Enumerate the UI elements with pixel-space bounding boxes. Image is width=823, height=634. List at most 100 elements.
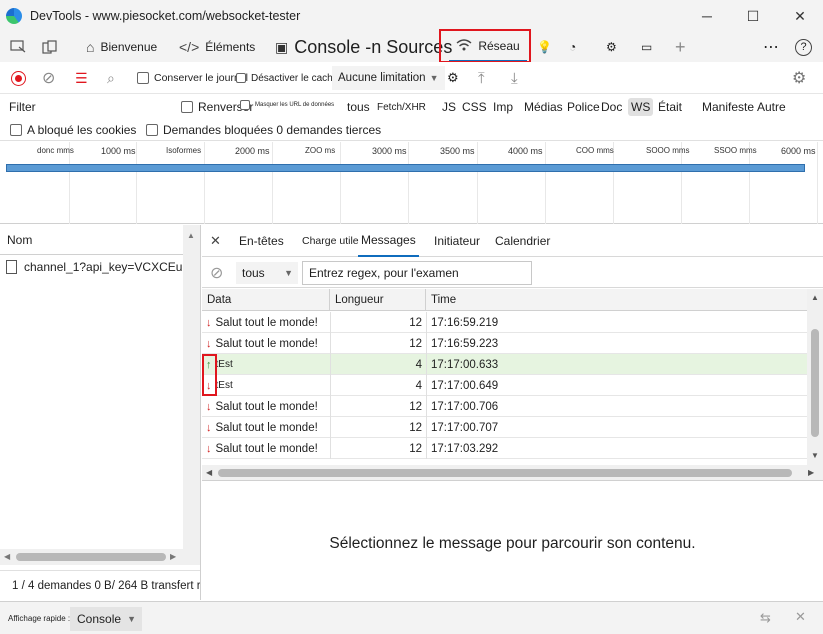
- scroll-right-icon[interactable]: ▶: [170, 552, 176, 561]
- close-window-button[interactable]: ✕: [777, 0, 823, 32]
- message-type-select[interactable]: tous ▼: [236, 262, 298, 284]
- disable-cache-checkbox[interactable]: Désactiver le cache: [236, 62, 338, 94]
- tab-network[interactable]: Réseau: [449, 32, 527, 62]
- message-row[interactable]: ↓ Salut tout le monde! 12 17:17:00.707: [202, 417, 807, 438]
- message-data: Salut tout le monde!: [215, 337, 318, 350]
- preserve-log-checkbox[interactable]: Conserver le journal: [137, 62, 248, 94]
- tab-welcome[interactable]: ⌂ Bienvenue: [86, 32, 157, 62]
- scroll-left-icon[interactable]: ◀: [4, 552, 10, 561]
- type-filter-css[interactable]: CSS: [462, 96, 487, 118]
- hscroll-thumb[interactable]: [16, 553, 166, 561]
- device-emulation-icon[interactable]: [42, 32, 58, 62]
- tab-timing[interactable]: Calendrier: [495, 225, 550, 257]
- name-column-header[interactable]: Nom: [0, 225, 200, 255]
- quick-view-drawer: Affichage rapide : Console ▼ ⇆ ✕: [0, 601, 823, 634]
- received-arrow-icon: ↓: [206, 400, 212, 413]
- message-row[interactable]: ↓ Salut tout le monde! 12 17:17:00.706: [202, 396, 807, 417]
- scroll-down-icon[interactable]: ▼: [811, 451, 819, 460]
- tab-initiator[interactable]: Initiateur: [434, 225, 480, 257]
- close-detail-icon[interactable]: ✕: [210, 225, 221, 257]
- type-filter-wasm[interactable]: Était: [658, 96, 682, 118]
- message-time: 17:16:59.223: [431, 337, 499, 350]
- message-row-sent[interactable]: ↑ tEst 4 17:17:00.633: [202, 354, 807, 375]
- throttling-select[interactable]: Aucune limitation ▼: [332, 66, 445, 90]
- type-filter-doc[interactable]: Doc: [601, 96, 622, 118]
- inspect-element-icon[interactable]: [10, 32, 26, 62]
- filter-input[interactable]: Filter: [9, 96, 36, 118]
- message-row[interactable]: ↓ Salut tout le monde! 12 17:16:59.219: [202, 312, 807, 333]
- disable-cache-label: Désactiver le cache: [251, 72, 339, 84]
- blocked-cookies-label: A bloqué les cookies: [27, 123, 137, 137]
- tab-payload[interactable]: Charge utile: [302, 225, 359, 257]
- more-options-icon[interactable]: ⋯: [763, 32, 779, 62]
- type-filter-media[interactable]: Médias: [524, 96, 563, 118]
- performance-icon[interactable]: ◔: [569, 32, 576, 62]
- type-filter-manifest[interactable]: Manifeste: [702, 96, 754, 118]
- filter-icon[interactable]: ☰: [75, 62, 88, 94]
- type-filter-ws-label: WS: [628, 98, 654, 116]
- help-icon[interactable]: ?: [795, 32, 812, 62]
- clear-icon[interactable]: ⊘: [42, 62, 55, 94]
- message-row[interactable]: ↓ Salut tout le monde! 12 17:16:59.223: [202, 333, 807, 354]
- quick-view-select[interactable]: Console ▼: [70, 607, 142, 631]
- type-filter-js[interactable]: JS: [442, 96, 456, 118]
- message-regex-input[interactable]: Entrez regex, pour l'examen: [302, 261, 532, 285]
- message-row[interactable]: ↓ Salut tout le monde! 12 17:17:03.292: [202, 438, 807, 459]
- download-har-icon[interactable]: ⤓: [511, 62, 518, 94]
- hscroll-thumb[interactable]: [218, 469, 792, 477]
- request-list-hscrollbar[interactable]: ◀ ▶: [0, 549, 183, 565]
- column-time[interactable]: Time: [426, 289, 807, 311]
- settings-gear-icon[interactable]: ⚙: [792, 62, 806, 94]
- title-bar: DevTools - www.piesocket.com/websocket-t…: [0, 0, 823, 32]
- search-icon[interactable]: ⌕: [107, 62, 115, 94]
- messages-hscrollbar[interactable]: ◀ ▶: [202, 465, 823, 481]
- type-filter-fetch-xhr[interactable]: Fetch/XHR: [377, 96, 426, 118]
- detail-tab-bar: ✕ En-têtes Charge utile Messages Initiat…: [202, 225, 823, 257]
- timeline-tick: 3000 ms: [372, 146, 407, 156]
- message-row[interactable]: ↓ tEst 4 17:17:00.649: [202, 375, 807, 396]
- upload-har-icon[interactable]: ⤒: [478, 62, 485, 94]
- tab-messages[interactable]: Messages: [358, 225, 419, 257]
- messages-vscrollbar[interactable]: ▲ ▼: [807, 289, 823, 465]
- scroll-up-icon[interactable]: ▲: [811, 293, 819, 302]
- lightbulb-icon[interactable]: 💡: [537, 32, 552, 62]
- blocked-requests-checkbox[interactable]: Demandes bloquées 0 demandes tierces: [146, 119, 381, 141]
- type-filter-img[interactable]: Imp: [493, 96, 513, 118]
- memory-icon[interactable]: ⚙: [606, 32, 617, 62]
- clear-messages-icon[interactable]: ⊘: [210, 263, 223, 283]
- invert-check: [181, 101, 193, 113]
- type-filter-other[interactable]: Autre: [757, 96, 786, 118]
- request-row[interactable]: channel_1?api_key=VCXCEu...: [0, 255, 200, 279]
- main-tab-bar: ⌂ Bienvenue </> Éléments ▣ Console -n So…: [0, 32, 823, 62]
- vscroll-thumb[interactable]: [811, 329, 819, 437]
- application-icon[interactable]: ▭: [641, 32, 652, 62]
- code-brackets-icon: </>: [179, 39, 200, 55]
- column-length[interactable]: Longueur: [330, 289, 426, 311]
- column-data[interactable]: Data: [202, 289, 330, 311]
- message-data: Salut tout le monde!: [215, 400, 318, 413]
- scroll-up-icon[interactable]: ▲: [187, 231, 195, 240]
- message-length: 12: [409, 316, 422, 329]
- hide-data-urls-checkbox[interactable]: Masquer les URL de données: [240, 94, 334, 116]
- network-conditions-icon[interactable]: ⚙: [447, 62, 459, 94]
- tab-console-sources[interactable]: ▣ Console -n Sources: [275, 32, 452, 62]
- type-filter-ws[interactable]: WS: [628, 96, 654, 118]
- tab-elements[interactable]: </> Éléments: [179, 32, 255, 62]
- maximize-button[interactable]: ☐: [730, 0, 776, 32]
- scroll-right-icon[interactable]: ▶: [808, 468, 814, 477]
- record-button[interactable]: [11, 62, 26, 94]
- timeline-overview[interactable]: donc mms 1000 ms Isoformes 2000 ms ZOO m…: [0, 142, 823, 224]
- message-length: 12: [409, 442, 422, 455]
- tab-headers[interactable]: En-têtes: [239, 225, 284, 257]
- request-list-vscrollbar[interactable]: ▲: [183, 225, 200, 565]
- type-filter-all[interactable]: tous: [347, 96, 370, 118]
- throttling-value: Aucune limitation: [338, 72, 426, 84]
- scroll-left-icon[interactable]: ◀: [206, 468, 212, 477]
- dock-icon[interactable]: ⇆: [760, 610, 771, 626]
- type-filter-font[interactable]: Police: [567, 96, 600, 118]
- close-drawer-icon[interactable]: ✕: [795, 609, 806, 625]
- timeline-tick: 6000 ms: [781, 146, 816, 156]
- add-tab-icon[interactable]: +: [675, 32, 686, 62]
- minimize-button[interactable]: ─: [684, 0, 730, 32]
- blocked-cookies-checkbox[interactable]: A bloqué les cookies: [10, 119, 136, 141]
